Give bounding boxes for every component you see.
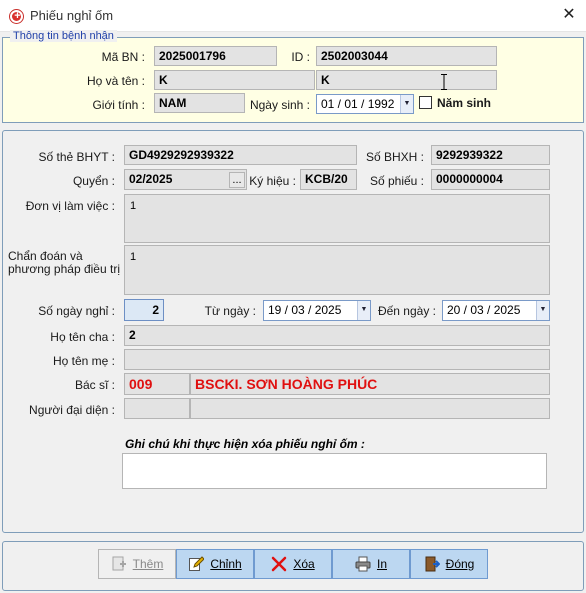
den-ngay-label: Đến ngày : bbox=[377, 304, 436, 318]
tu-ngay-label: Từ ngày : bbox=[204, 304, 256, 318]
so-ngay-nghi-label: Số ngày nghỉ : bbox=[38, 304, 115, 318]
dong-label: Đóng bbox=[445, 557, 475, 571]
chan-doan-label-line1: Chẩn đoán và bbox=[8, 249, 83, 263]
ho-ten-me-label: Họ tên mẹ : bbox=[52, 354, 115, 368]
xoa-label: Xóa bbox=[293, 557, 315, 571]
ngay-sinh-value: 01 / 01 / 1992 bbox=[321, 97, 395, 111]
medical-cross-icon bbox=[9, 9, 24, 24]
chinh-label: Chỉnh bbox=[210, 557, 242, 571]
ho-field[interactable]: K bbox=[154, 70, 315, 90]
them-label: Thêm bbox=[132, 557, 164, 571]
ngay-sinh-label: Ngày sinh : bbox=[249, 98, 310, 112]
id-label: ID : bbox=[291, 50, 310, 64]
so-bhxh-label: Số BHXH : bbox=[365, 150, 424, 164]
ky-hieu-label: Ký hiệu : bbox=[249, 174, 296, 188]
nguoi-dai-dien-name-field[interactable] bbox=[190, 398, 550, 419]
delete-x-icon bbox=[272, 556, 287, 572]
gioi-tinh-field[interactable]: NAM bbox=[154, 93, 245, 113]
so-the-bhyt-field[interactable]: GD4929292939322 bbox=[124, 145, 357, 165]
chinh-button[interactable]: Chỉnh bbox=[176, 549, 254, 579]
in-button[interactable]: In bbox=[332, 549, 410, 579]
add-document-icon bbox=[112, 556, 126, 571]
ho-ten-cha-field[interactable]: 2 bbox=[124, 325, 550, 346]
ma-bn-field[interactable]: 2025001796 bbox=[154, 46, 277, 66]
ghi-chu-label: Ghi chú khi thực hiện xóa phiếu nghỉ ốm … bbox=[125, 437, 365, 451]
so-ngay-nghi-field[interactable]: 2 bbox=[124, 299, 164, 321]
dong-button[interactable]: Đóng bbox=[410, 549, 488, 579]
text-cursor-icon bbox=[441, 74, 447, 90]
ma-bn-label: Mã BN : bbox=[101, 50, 145, 64]
tu-ngay-value: 19 / 03 / 2025 bbox=[268, 303, 342, 317]
ho-ten-me-field[interactable] bbox=[124, 349, 550, 370]
them-button[interactable]: Thêm bbox=[98, 549, 176, 579]
ky-hieu-field[interactable]: KCB/20 bbox=[300, 169, 357, 190]
edit-icon bbox=[189, 556, 205, 571]
quyen-label: Quyển : bbox=[72, 174, 115, 188]
nam-sinh-checkbox[interactable] bbox=[419, 96, 432, 109]
tu-ngay-picker[interactable]: 19 / 03 / 2025 ▼ bbox=[263, 300, 371, 321]
chan-doan-textarea[interactable]: 1 bbox=[124, 245, 550, 295]
so-the-bhyt-label: Số thẻ BHYT : bbox=[38, 150, 115, 164]
chan-doan-label-line2: phương pháp điều trị : bbox=[8, 262, 127, 276]
so-phieu-label: Số phiếu : bbox=[369, 174, 424, 188]
dropdown-arrow-icon[interactable]: ▼ bbox=[357, 301, 370, 320]
ten-field[interactable]: K bbox=[316, 70, 497, 90]
printer-icon bbox=[355, 556, 371, 572]
bac-si-name-field[interactable]: BSCKI. SƠN HOÀNG PHÚC bbox=[190, 373, 550, 395]
ghi-chu-textarea[interactable] bbox=[122, 453, 547, 489]
gioi-tinh-label: Giới tính : bbox=[92, 98, 145, 112]
ho-ten-cha-label: Họ tên cha : bbox=[50, 330, 115, 344]
dropdown-arrow-icon[interactable]: ▼ bbox=[536, 301, 549, 320]
quyen-browse-button[interactable]: ... bbox=[229, 172, 245, 188]
xoa-button[interactable]: Xóa bbox=[254, 549, 332, 579]
don-vi-label: Đơn vị làm việc : bbox=[25, 199, 115, 213]
nam-sinh-label: Năm sinh bbox=[437, 96, 492, 110]
patient-info-legend: Thông tin bệnh nhận bbox=[10, 30, 117, 42]
don-vi-textarea[interactable]: 1 bbox=[124, 194, 550, 243]
bac-si-label: Bác sĩ : bbox=[74, 378, 115, 392]
so-bhxh-field[interactable]: 9292939322 bbox=[431, 145, 550, 165]
ho-ten-label: Họ và tên : bbox=[86, 74, 145, 88]
bac-si-code-field[interactable]: 009 bbox=[124, 373, 190, 395]
dropdown-arrow-icon[interactable]: ▼ bbox=[400, 95, 413, 113]
den-ngay-picker[interactable]: 20 / 03 / 2025 ▼ bbox=[442, 300, 550, 321]
exit-door-icon bbox=[425, 556, 440, 572]
nguoi-dai-dien-code-field[interactable] bbox=[124, 398, 190, 419]
nguoi-dai-dien-label: Người đại diện : bbox=[29, 403, 115, 417]
id-field[interactable]: 2502003044 bbox=[316, 46, 497, 66]
den-ngay-value: 20 / 03 / 2025 bbox=[447, 303, 521, 317]
ngay-sinh-picker[interactable]: 01 / 01 / 1992 ▼ bbox=[316, 94, 414, 114]
in-label: In bbox=[376, 557, 387, 571]
window-title: Phiếu nghỉ ốm bbox=[30, 8, 114, 23]
so-phieu-field[interactable]: 0000000004 bbox=[431, 169, 550, 190]
close-button[interactable]: ✕ bbox=[556, 4, 582, 26]
